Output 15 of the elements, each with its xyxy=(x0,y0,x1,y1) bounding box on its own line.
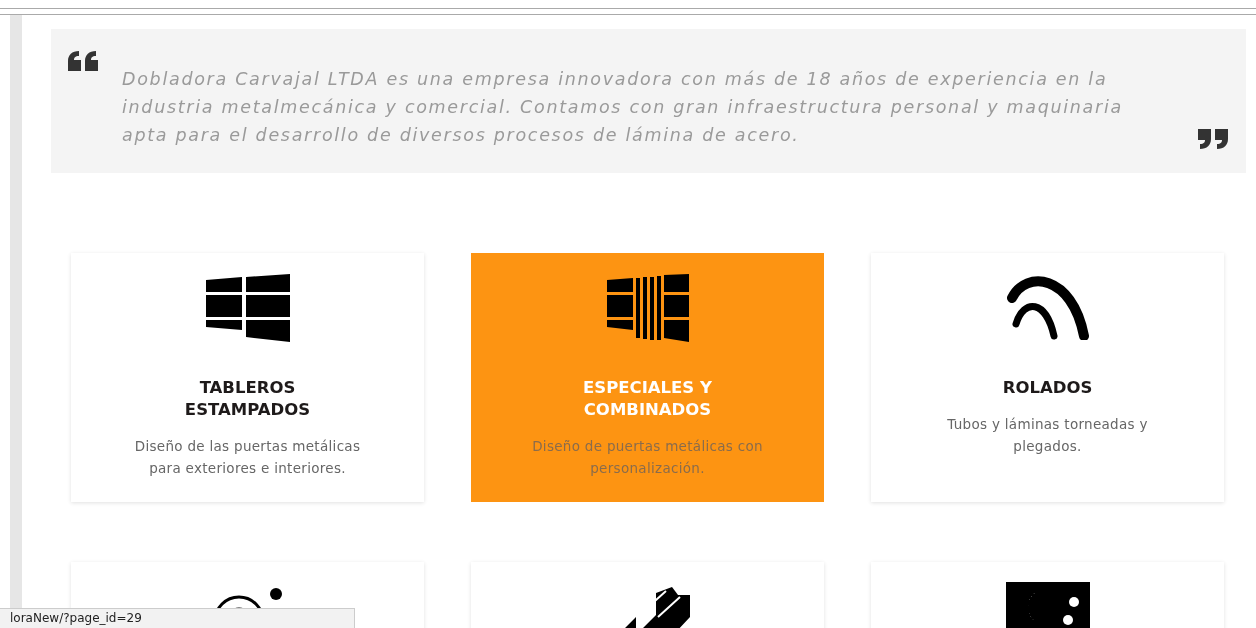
service-card[interactable]: TABLEROS ESTAMPADOS Diseño de las puertas metálicas para exteriores e interiores. xyxy=(71,253,424,502)
window-icon xyxy=(205,274,290,342)
card-title: ROLADOS xyxy=(1001,377,1094,399)
quote-text: Dobladora Carvajal LTDA es una empresa innovadora con más de 18 años de experiencia en la industria metalmecánica y comercial. Contamos con gran infraestructura personal y maquinaria apta para el desarrollo de diversos procesos de lámina de acero. xyxy=(122,68,1124,147)
card-description: Diseño de las puertas metálicas para exteriores e interiores. xyxy=(133,437,362,478)
card-title: ESPECIALES Y COMBINADOS xyxy=(582,377,713,421)
card-description: Tubos y láminas torneadas y plegados. xyxy=(946,415,1149,456)
open-quote-icon xyxy=(68,51,100,71)
close-quote-icon xyxy=(1196,129,1228,149)
card-title: TABLEROS ESTAMPADOS xyxy=(183,377,312,421)
card-description: Diseño de puertas metálicas con personalización. xyxy=(531,437,764,478)
service-card[interactable]: ROLADOS Tubos y láminas torneadas y plegados. xyxy=(871,253,1224,502)
status-url: loraNew/?page_id=29 xyxy=(0,608,355,628)
arch-icon xyxy=(1005,276,1090,340)
slatted-window-icon xyxy=(606,274,689,342)
